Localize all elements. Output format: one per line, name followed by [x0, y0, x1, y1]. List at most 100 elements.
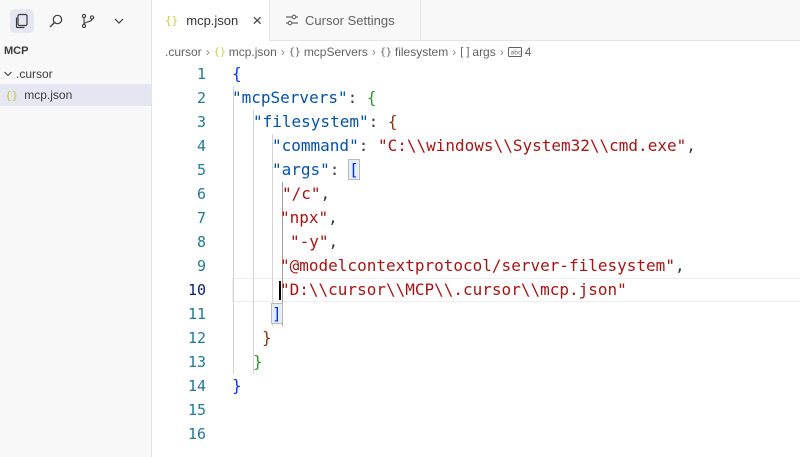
- object-icon: {}: [288, 46, 301, 58]
- line-number: 13: [187, 353, 206, 371]
- tree-file-mcp-json[interactable]: {} mcp.json: [0, 84, 151, 106]
- chevron-down-icon: [4, 71, 12, 77]
- breadcrumb-element-label: 4: [524, 45, 532, 59]
- json-key: "mcpServers": [232, 88, 348, 107]
- breadcrumb-file-label: mcp.json: [228, 45, 277, 59]
- breadcrumb-file[interactable]: {} mcp.json: [214, 45, 277, 59]
- code-line: "/c",: [282, 182, 330, 206]
- code-line: }: [262, 326, 272, 350]
- brace: }: [232, 376, 242, 395]
- comma: ,: [328, 208, 338, 227]
- brace: {: [366, 88, 377, 107]
- line-number: 12: [187, 329, 206, 347]
- code-line: "@modelcontextprotocol/server-filesystem…: [280, 254, 685, 278]
- string-icon: abc: [507, 47, 522, 57]
- tab-cursor-settings[interactable]: Cursor Settings: [270, 0, 421, 40]
- json-key: "command": [272, 136, 359, 155]
- tree-file-label: mcp.json: [24, 88, 73, 102]
- json-key: "args": [272, 160, 330, 179]
- brace: }: [262, 328, 272, 347]
- colon: :: [329, 160, 350, 179]
- chevron-right-icon: ›: [280, 45, 285, 59]
- breadcrumb-object-label: filesystem: [394, 45, 449, 59]
- colon: :: [368, 112, 388, 131]
- object-icon: {}: [379, 46, 392, 58]
- line-number: 4: [196, 137, 206, 155]
- explorer-title: MCP: [4, 45, 29, 57]
- code-line: }: [253, 350, 263, 374]
- line-number: 3: [196, 113, 206, 131]
- files-icon: [15, 13, 28, 29]
- breadcrumb-element[interactable]: abc 4: [507, 45, 532, 59]
- bracket-match: ]: [271, 303, 283, 324]
- svg-text:abc: abc: [510, 50, 521, 57]
- line-number: 6: [196, 185, 206, 203]
- line-number: 1: [196, 65, 206, 83]
- line-number: 5: [196, 161, 206, 179]
- explorer-view-button[interactable]: [10, 9, 34, 33]
- json-file-icon: {}: [5, 88, 19, 102]
- breadcrumb-object-label: mcpServers: [303, 45, 368, 59]
- tree-folder-label: .cursor: [16, 67, 53, 81]
- json-string: "npx": [280, 208, 329, 227]
- json-string: "-y": [290, 232, 329, 251]
- json-file-icon: {}: [165, 14, 179, 27]
- comma: ,: [328, 232, 339, 251]
- explorer-sidebar: MCP .cursor {} mcp.json: [0, 0, 152, 457]
- chevron-right-icon: ›: [205, 45, 210, 59]
- search-icon: [49, 14, 63, 28]
- breadcrumb-array-label: args: [472, 45, 496, 59]
- tab-label: Cursor Settings: [305, 12, 395, 28]
- line-number: 16: [187, 425, 206, 443]
- more-views-button[interactable]: [107, 9, 131, 33]
- brace: {: [232, 64, 242, 83]
- line-number: 15: [187, 401, 206, 419]
- code-line: "mcpServers": {: [232, 86, 377, 110]
- code-line-current: "D:\\cursor\\MCP\\.cursor\\mcp.json": [279, 278, 627, 302]
- code-line: "args": [: [272, 158, 360, 182]
- breadcrumb-folder-label: .cursor: [165, 45, 202, 59]
- source-control-button[interactable]: [76, 9, 100, 33]
- code-line: "filesystem": {: [253, 110, 398, 134]
- json-string: "@modelcontextprotocol/server-filesystem…: [280, 256, 675, 275]
- json-string: "C:\\windows\\System32\\cmd.exe": [377, 136, 687, 155]
- code-line: }: [232, 374, 242, 398]
- line-number-current: 10: [187, 281, 206, 299]
- colon: :: [347, 88, 367, 107]
- chevron-down-icon: [114, 18, 124, 24]
- breadcrumb-folder[interactable]: .cursor: [165, 45, 202, 59]
- breadcrumb-mcpservers[interactable]: {} mcpServers: [289, 45, 368, 59]
- settings-sliders-icon: [286, 14, 298, 26]
- breadcrumb-args[interactable]: [ ] args: [460, 45, 496, 59]
- chevron-right-icon: ›: [452, 45, 457, 59]
- line-number: 7: [196, 209, 206, 227]
- line-number: 9: [196, 257, 206, 275]
- code-line: "command": "C:\\windows\\System32\\cmd.e…: [272, 134, 696, 158]
- code-line: {: [232, 62, 242, 86]
- colon: :: [358, 136, 378, 155]
- bracket-match: [: [348, 159, 360, 180]
- json-file-icon: {}: [213, 46, 226, 58]
- line-number: 8: [196, 233, 206, 251]
- code-line: ]: [271, 302, 283, 326]
- line-number: 14: [187, 377, 206, 395]
- comma: ,: [320, 184, 331, 203]
- tree-folder-cursor[interactable]: .cursor: [0, 64, 151, 84]
- line-number: 11: [187, 305, 206, 323]
- brace: }: [253, 352, 263, 371]
- close-tab-button[interactable]: ×: [252, 11, 262, 31]
- activity-bar: [0, 0, 151, 42]
- breadcrumb-filesystem[interactable]: {} filesystem: [380, 45, 448, 59]
- chevron-right-icon: ›: [371, 45, 376, 59]
- tab-bar: {} mcp.json × Cursor Settings: [152, 0, 800, 41]
- search-view-button[interactable]: [44, 9, 68, 33]
- breadcrumb: .cursor › {} mcp.json › {} mcpServers › {}…: [165, 42, 531, 62]
- source-control-icon: [81, 13, 95, 29]
- code-editor[interactable]: 1 2 3 4 5 6 7 8 9 10 11 12 13 14 15 16 {…: [152, 62, 800, 457]
- array-icon: [ ]: [460, 46, 470, 58]
- comma: ,: [674, 256, 685, 275]
- brace: {: [387, 112, 398, 131]
- json-key: "filesystem": [253, 112, 369, 131]
- tab-mcp-json[interactable]: {} mcp.json ×: [152, 0, 270, 41]
- code-line: "npx",: [280, 206, 338, 230]
